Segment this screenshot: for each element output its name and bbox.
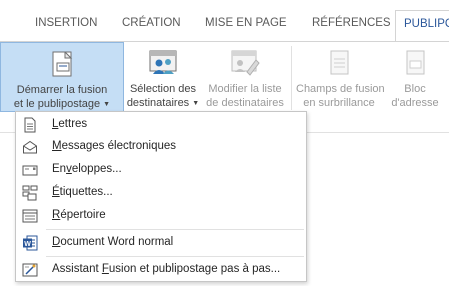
menu-item-label: Lettres (52, 118, 88, 130)
svg-text:W: W (24, 241, 31, 248)
menu-item-labels[interactable]: Étiquettes... (16, 182, 306, 204)
menu-item-envelopes[interactable]: Enveloppes... (16, 159, 306, 181)
menu-item-label: Étiquettes... (52, 186, 113, 198)
menu-item-label: Répertoire (52, 209, 106, 221)
email-icon (23, 140, 37, 154)
tab-creation[interactable]: CRÉATION (122, 17, 181, 29)
edit-recipient-list-button[interactable]: Modifier la liste de destinataires (203, 42, 287, 112)
address-block-label-line1: Bloc (404, 83, 426, 95)
ribbon-tab-bar: INSERTION CRÉATION MISE EN PAGE RÉFÉRENC… (0, 0, 449, 42)
edit-list-icon (231, 50, 260, 76)
menu-separator (46, 229, 304, 230)
menu-item-normal-word-document[interactable]: W Document Word normal (16, 232, 306, 254)
highlight-fields-label-line1: Champs de fusion (296, 83, 385, 95)
highlight-fields-label-line2: en surbrillance (303, 97, 375, 109)
address-block-label-line2: d'adresse (391, 97, 439, 109)
menu-item-letters[interactable]: Lettres (16, 114, 306, 136)
menu-item-directory[interactable]: Répertoire (16, 205, 306, 227)
menu-separator (46, 256, 304, 257)
envelope-icon (22, 165, 38, 176)
menu-item-email-messages[interactable]: Messages électroniques (16, 136, 306, 158)
address-block-button[interactable]: Bloc d'adresse (383, 42, 447, 112)
tab-references[interactable]: RÉFÉRENCES (312, 17, 391, 29)
edit-list-label-line2: de destinataires (206, 97, 284, 109)
tab-mise-en-page[interactable]: MISE EN PAGE (205, 17, 287, 29)
directory-icon (22, 209, 38, 223)
wizard-icon (22, 263, 38, 277)
select-recipients-button[interactable]: Sélection des destinataires ▼ (125, 42, 201, 112)
letter-icon (24, 117, 36, 133)
word-document-icon: W (23, 235, 38, 251)
menu-item-label: Document Word normal (52, 236, 174, 248)
start-merge-icon (52, 51, 73, 77)
tab-publipostage[interactable]: PUBLIPC (395, 10, 449, 42)
ribbon-group-separator (291, 46, 292, 110)
start-merge-label-line2: et le publipostage ▼ (13, 98, 111, 110)
select-recipients-label-line2: destinataires ▼ (126, 97, 200, 109)
menu-item-label: Enveloppes... (52, 163, 122, 175)
start-merge-label-line1: Démarrer la fusion (16, 84, 108, 96)
highlight-merge-fields-button[interactable]: Champs de fusion en surbrillance (296, 42, 385, 112)
edit-list-label-line1: Modifier la liste (208, 83, 282, 95)
address-block-icon (406, 50, 425, 75)
tab-insertion[interactable]: INSERTION (35, 17, 97, 29)
select-recipients-icon (149, 50, 177, 74)
start-mail-merge-button[interactable]: Démarrer la fusion et le publipostage ▼ (0, 42, 124, 112)
menu-item-label: Messages électroniques (52, 140, 177, 152)
start-merge-dropdown-menu: Lettres Messages électroniques Enveloppe… (15, 111, 307, 282)
menu-item-label: Assistant Fusion et publipostage pas à p… (52, 263, 281, 275)
labels-icon (22, 185, 38, 201)
highlight-fields-icon (330, 50, 349, 75)
select-recipients-label-line1: Sélection des (129, 83, 197, 95)
menu-item-mail-merge-wizard[interactable]: Assistant Fusion et publipostage pas à p… (16, 259, 306, 281)
